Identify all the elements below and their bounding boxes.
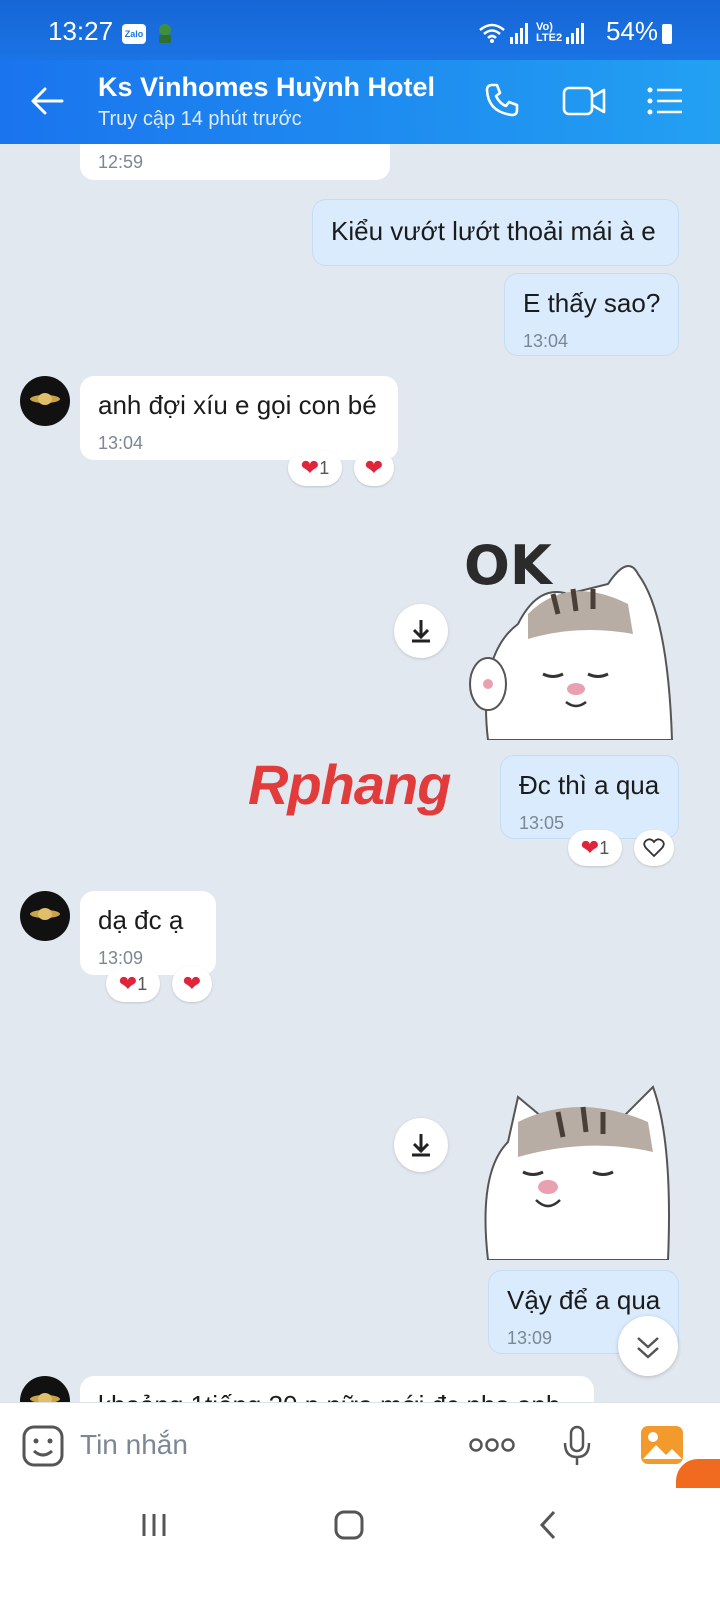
lte-label: Vo) LTE2 [536, 21, 563, 44]
message-input-bar: Tin nhắn [0, 1402, 720, 1489]
app-notification-icon [159, 24, 171, 43]
status-time: 13:27 [48, 16, 114, 46]
message-time: 13:04 [98, 433, 144, 453]
last-seen-status: Truy cập 14 phút trước [98, 108, 302, 130]
image-gallery-icon[interactable] [640, 1425, 684, 1465]
more-options-icon[interactable] [468, 1437, 516, 1453]
message-input[interactable]: Tin nhắn [80, 1429, 188, 1461]
sticker-ok-text: OK [464, 534, 554, 597]
video-call-icon[interactable] [562, 86, 606, 116]
heart-icon: ❤ [580, 835, 600, 860]
signal-2-icon [566, 23, 584, 44]
sticker-emoji-icon[interactable] [22, 1425, 64, 1467]
reaction-summary[interactable]: ❤ 1 [288, 450, 342, 486]
watermark-logo: Rphang [248, 752, 451, 817]
download-icon [412, 620, 430, 643]
reaction-summary[interactable]: ❤ 1 [568, 830, 622, 866]
reaction-count: 1 [599, 837, 610, 858]
message-bubble-outgoing[interactable]: Đc thì a qua 13:05 [500, 755, 679, 839]
message-text: Đc thì a qua [519, 770, 660, 800]
signal-icon [510, 23, 528, 44]
heart-outline-icon [643, 838, 665, 858]
message-text: dạ đc ạ [98, 905, 184, 935]
heart-icon: ❤ [364, 455, 384, 480]
contact-avatar[interactable] [20, 376, 70, 426]
message-bubble-outgoing[interactable]: E thấy sao? 13:04 [504, 273, 679, 356]
message-time: 13:04 [523, 331, 569, 351]
react-heart-outline-button[interactable] [634, 830, 674, 866]
chevron-double-down-icon [637, 1337, 659, 1359]
recent-apps-icon[interactable] [140, 1512, 168, 1538]
home-icon[interactable] [334, 1510, 364, 1540]
react-heart-button[interactable]: ❤ [172, 966, 212, 1002]
download-sticker-button[interactable] [394, 604, 448, 658]
back-nav-icon[interactable] [538, 1510, 558, 1540]
quick-action-badge[interactable] [676, 1459, 720, 1489]
message-text: E thấy sao? [523, 288, 661, 318]
cat-sticker[interactable] [478, 1082, 678, 1260]
ok-cat-sticker[interactable]: OK [458, 514, 678, 740]
message-bubble-incoming[interactable]: anh đợi xíu e gọi con bé 13:04 [80, 376, 398, 460]
message-text: Kiểu vướt lướt thoải mái à e [331, 216, 656, 246]
chat-title[interactable]: Ks Vinhomes Huỳnh Hotel [98, 72, 435, 103]
battery-icon [662, 24, 672, 44]
reaction-count: 1 [137, 973, 148, 994]
contact-avatar[interactable] [20, 891, 70, 941]
download-sticker-button[interactable] [394, 1118, 448, 1172]
status-bar: 13:27 Zalo Vo) LTE2 54% [0, 0, 720, 60]
message-time: 13:09 [98, 948, 144, 968]
message-text: anh đợi xíu e gọi con bé [98, 390, 377, 420]
chat-header: Ks Vinhomes Huỳnh Hotel Truy cập 14 phút… [0, 60, 720, 144]
message-text: Vậy để a qua [507, 1285, 661, 1315]
system-navigation-bar [0, 1488, 720, 1600]
battery-percent: 54% [605, 16, 658, 46]
react-heart-button[interactable]: ❤ [354, 450, 394, 486]
message-bubble-outgoing[interactable]: Kiểu vướt lướt thoải mái à e [312, 199, 679, 266]
menu-list-icon[interactable] [646, 86, 684, 116]
phone-call-icon[interactable] [484, 82, 520, 118]
watermark-text: Rphang [248, 753, 451, 816]
download-icon [412, 1134, 430, 1157]
zalo-notification-icon: Zalo [122, 24, 146, 44]
heart-icon: ❤ [118, 971, 138, 996]
scroll-to-bottom-button[interactable] [618, 1316, 678, 1376]
message-bubble-incoming[interactable]: 12:59 [80, 144, 390, 180]
message-time: 12:59 [98, 152, 144, 172]
wifi-icon [479, 23, 505, 43]
heart-icon: ❤ [300, 455, 320, 480]
message-bubble-incoming[interactable]: dạ đc ạ 13:09 [80, 891, 216, 975]
back-arrow-icon[interactable] [30, 86, 64, 116]
reaction-count: 1 [319, 457, 330, 478]
microphone-icon[interactable] [562, 1425, 592, 1467]
heart-icon: ❤ [182, 971, 202, 996]
reaction-summary[interactable]: ❤ 1 [106, 966, 160, 1002]
